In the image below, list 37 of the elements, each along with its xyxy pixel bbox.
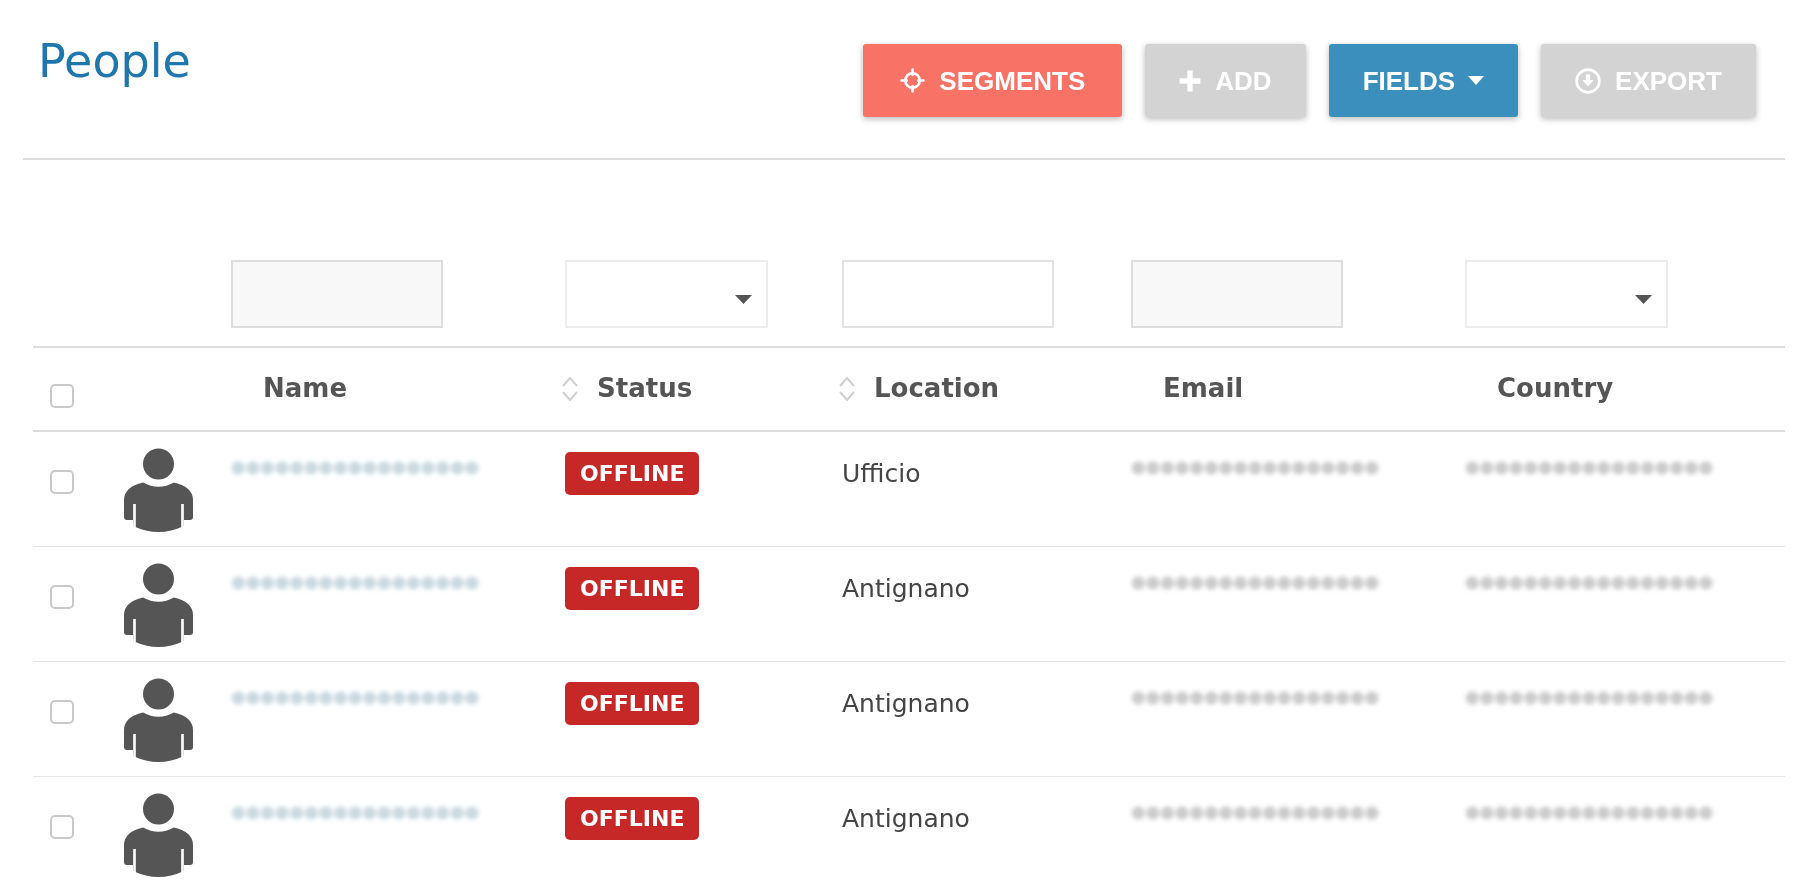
checkbox[interactable] [50,700,74,724]
avatar-icon [121,793,196,877]
caret-icon [735,294,752,304]
table-cell: Antignano [842,689,970,719]
sort-icon[interactable] [837,374,857,404]
checkbox[interactable] [50,384,74,408]
toolbar-button[interactable]: SEGMENTS [863,44,1123,117]
sort-icon[interactable] [560,374,580,404]
table-cell: Antignano [842,574,970,604]
column-header: Name [263,373,348,405]
status-badge: OFFLINE [565,452,700,495]
filter-dropdown[interactable] [565,260,768,328]
status-badge: OFFLINE [565,797,700,840]
avatar-icon [121,678,196,762]
download-icon [1575,67,1602,94]
column-header[interactable]: Location [874,373,1000,405]
column-header[interactable]: Status [597,373,693,405]
caret-icon [1635,294,1652,304]
avatar-icon [121,448,196,532]
checkbox[interactable] [50,470,74,494]
filter-field[interactable] [231,260,443,328]
caret-icon [1468,76,1485,85]
status-badge: OFFLINE [565,682,700,725]
table-cell: Antignano [842,804,970,834]
table-cell: Ufficio [842,459,921,489]
avatar-icon [121,563,196,647]
plus-icon [1179,69,1202,92]
filter-field[interactable] [842,260,1054,328]
crosshair-icon [900,68,926,93]
column-header: Country [1497,373,1614,405]
checkbox[interactable] [50,585,74,609]
filter-dropdown[interactable] [1465,260,1668,328]
filter-field[interactable] [1131,260,1343,328]
toolbar-button[interactable]: FIELDS [1328,44,1519,117]
status-badge: OFFLINE [565,567,700,610]
checkbox[interactable] [50,815,74,839]
column-header: Email [1163,373,1244,405]
